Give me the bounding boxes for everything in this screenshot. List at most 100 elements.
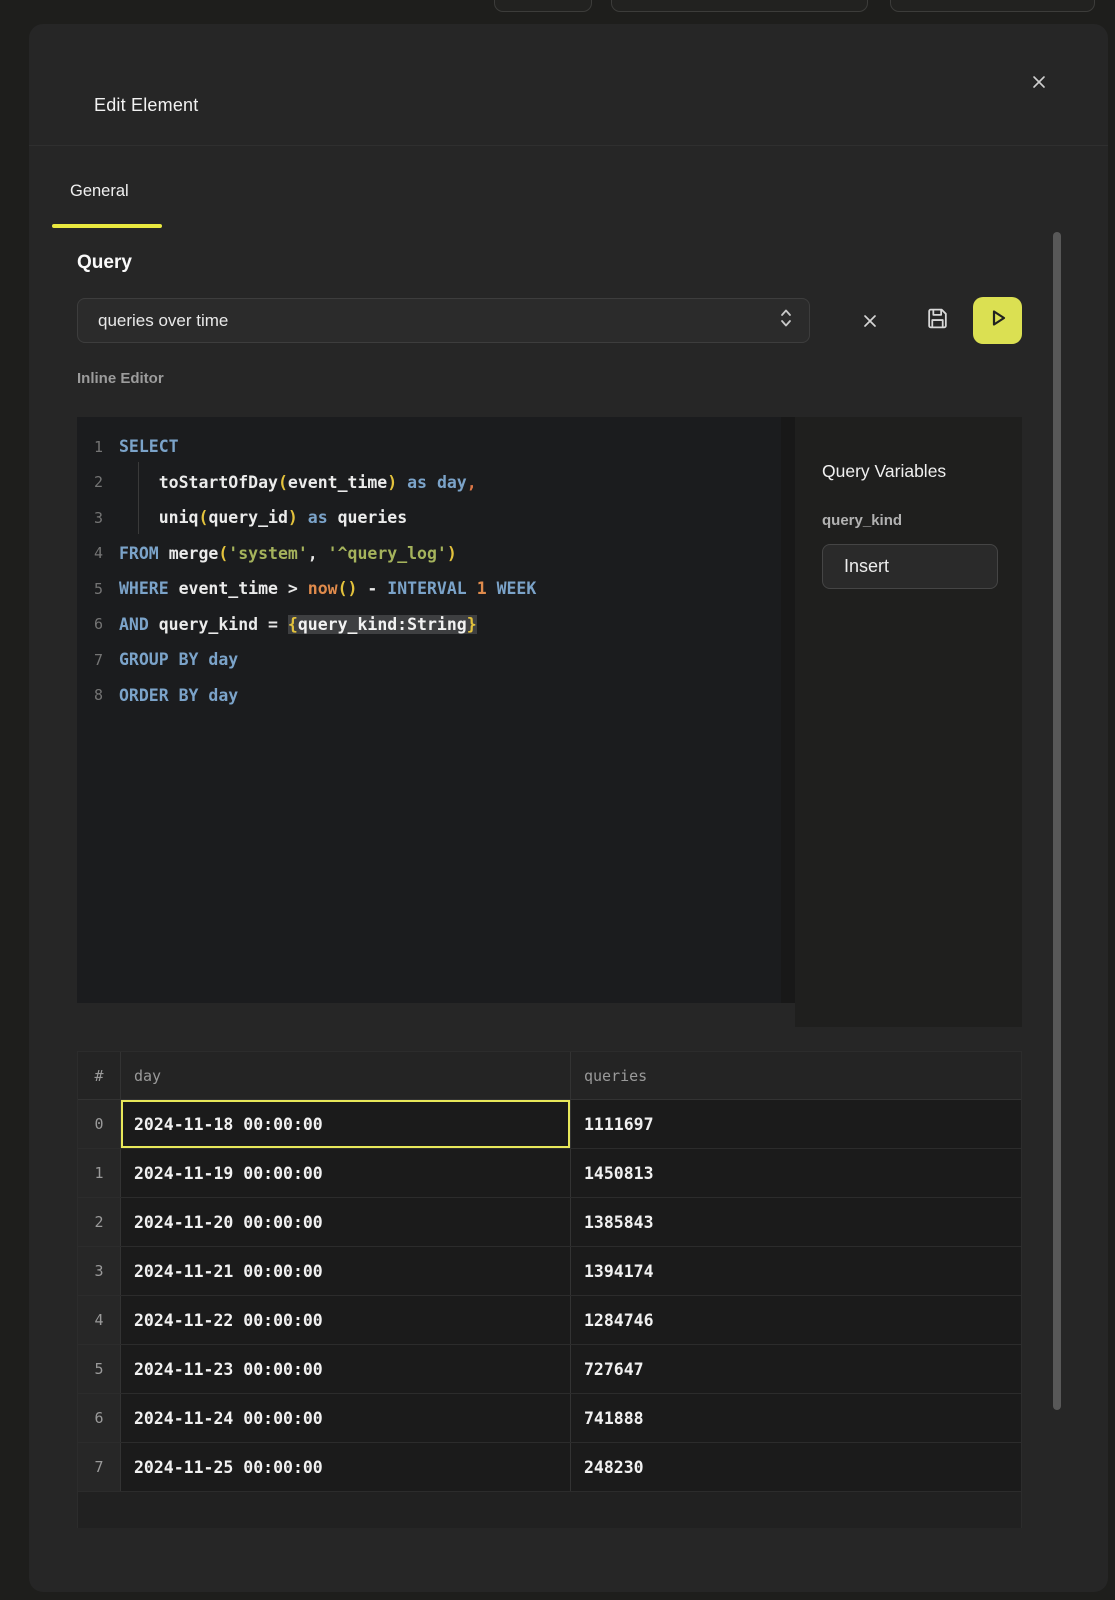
token-kw: BY: [179, 686, 199, 705]
queries-cell[interactable]: 1284746: [571, 1296, 1021, 1344]
token-br: (: [218, 544, 228, 563]
tab-general[interactable]: General: [70, 182, 129, 201]
token-ws: [258, 615, 268, 634]
inline-editor-label: Inline Editor: [77, 370, 164, 387]
save-query-button[interactable]: [922, 306, 952, 336]
insert-variable-button[interactable]: Insert: [822, 544, 998, 589]
token-op: -: [367, 579, 377, 598]
table-footer: [78, 1492, 1021, 1528]
queries-cell[interactable]: 1385843: [571, 1198, 1021, 1246]
queries-cell[interactable]: 741888: [571, 1394, 1021, 1442]
token-fn: event_time: [288, 473, 387, 492]
token-ws: [298, 508, 308, 527]
token-nm: 1: [477, 579, 487, 598]
day-cell[interactable]: 2024-11-21 00:00:00: [121, 1247, 571, 1295]
token-br: (: [199, 508, 209, 527]
code-line[interactable]: 5WHERE event_time > now() - INTERVAL 1 W…: [77, 571, 781, 607]
token-kw: GROUP: [119, 650, 169, 669]
token-ws: [159, 544, 169, 563]
tab-active-underline: [52, 224, 162, 228]
token-op: =: [268, 615, 278, 634]
run-query-button[interactable]: [973, 297, 1022, 344]
modal-scrollbar-thumb[interactable]: [1053, 232, 1061, 1410]
code-line[interactable]: 1SELECT: [77, 429, 781, 465]
token-kw: ORDER: [119, 686, 169, 705]
token-ws: [328, 508, 338, 527]
code-line[interactable]: 7GROUP BY day: [77, 642, 781, 678]
code-line[interactable]: 2 toStartOfDay(event_time) as day,: [77, 465, 781, 501]
code-area[interactable]: 1SELECT2 toStartOfDay(event_time) as day…: [77, 417, 781, 713]
query-section-heading: Query: [77, 252, 132, 274]
token-ws: [487, 579, 497, 598]
row-index-cell: 2: [78, 1198, 121, 1246]
token-ws: [278, 615, 288, 634]
code-line[interactable]: 6AND query_kind = {query_kind:String}: [77, 607, 781, 643]
day-cell[interactable]: 2024-11-23 00:00:00: [121, 1345, 571, 1393]
token-st: '^query_log': [328, 544, 447, 563]
token-fn: queries: [338, 508, 408, 527]
day-cell[interactable]: 2024-11-18 00:00:00: [121, 1100, 571, 1148]
queries-cell[interactable]: 727647: [571, 1345, 1021, 1393]
token-pc: ,: [467, 473, 477, 492]
token-ws: [149, 615, 159, 634]
line-number: 1: [77, 438, 119, 456]
day-cell[interactable]: 2024-11-24 00:00:00: [121, 1394, 571, 1442]
day-cell[interactable]: 2024-11-25 00:00:00: [121, 1443, 571, 1491]
token-kw: BY: [179, 650, 199, 669]
token-ws: [377, 579, 387, 598]
token-br: (: [278, 473, 288, 492]
column-header-queries: queries: [571, 1052, 1021, 1099]
queries-cell[interactable]: 1450813: [571, 1149, 1021, 1197]
day-cell[interactable]: 2024-11-22 00:00:00: [121, 1296, 571, 1344]
table-row: 62024-11-24 00:00:00741888: [78, 1394, 1021, 1443]
code-line[interactable]: 3 uniq(query_id) as queries: [77, 500, 781, 536]
token-ws: [318, 544, 328, 563]
token-st: 'system': [228, 544, 307, 563]
table-row: 52024-11-23 00:00:00727647: [78, 1345, 1021, 1394]
day-cell[interactable]: 2024-11-20 00:00:00: [121, 1198, 571, 1246]
line-number: 5: [77, 580, 119, 598]
column-header-index: #: [78, 1052, 121, 1099]
day-cell[interactable]: 2024-11-19 00:00:00: [121, 1149, 571, 1197]
query-select[interactable]: queries over time: [77, 298, 810, 343]
token-ws: [198, 686, 208, 705]
edit-element-modal: Edit Element General Query queries over …: [29, 24, 1108, 1592]
token-op: ,: [308, 544, 318, 563]
sql-inline-editor[interactable]: 1SELECT2 toStartOfDay(event_time) as day…: [77, 417, 781, 1003]
code-line[interactable]: 4FROM merge('system', '^query_log'): [77, 536, 781, 572]
token-ws: [198, 650, 208, 669]
code-text: uniq(query_id) as queries: [119, 508, 407, 527]
token-kw: SELECT: [119, 437, 179, 456]
row-index-cell: 3: [78, 1247, 121, 1295]
table-row: 12024-11-19 00:00:001450813: [78, 1149, 1021, 1198]
queries-cell[interactable]: 248230: [571, 1443, 1021, 1491]
token-ws: [397, 473, 407, 492]
token-fn: merge: [169, 544, 219, 563]
table-row: 42024-11-22 00:00:001284746: [78, 1296, 1021, 1345]
queries-cell[interactable]: 1111697: [571, 1100, 1021, 1148]
close-icon[interactable]: [1025, 70, 1053, 98]
column-header-day: day: [121, 1052, 571, 1099]
variable-name-label: query_kind: [822, 512, 902, 529]
line-number: 6: [77, 615, 119, 633]
line-number: 2: [77, 473, 119, 491]
row-index-cell: 7: [78, 1443, 121, 1491]
token-kw: FROM: [119, 544, 159, 563]
code-line[interactable]: 8ORDER BY day: [77, 678, 781, 714]
play-icon: [987, 307, 1009, 334]
query-select-value: queries over time: [98, 311, 779, 331]
table-body: 02024-11-18 00:00:00111169712024-11-19 0…: [78, 1100, 1021, 1492]
queries-cell[interactable]: 1394174: [571, 1247, 1021, 1295]
token-br: (): [338, 579, 358, 598]
indent-guide: [138, 462, 139, 534]
line-number: 3: [77, 509, 119, 527]
query-variables-panel: Query Variables query_kind Insert: [795, 417, 1022, 1027]
token-ws: [427, 473, 437, 492]
token-ws: [467, 579, 477, 598]
clear-query-button[interactable]: [856, 308, 884, 334]
token-op: >: [288, 579, 298, 598]
token-br: ): [447, 544, 457, 563]
code-text: GROUP BY day: [119, 650, 238, 669]
header-divider: [29, 145, 1108, 146]
table-row: 32024-11-21 00:00:001394174: [78, 1247, 1021, 1296]
